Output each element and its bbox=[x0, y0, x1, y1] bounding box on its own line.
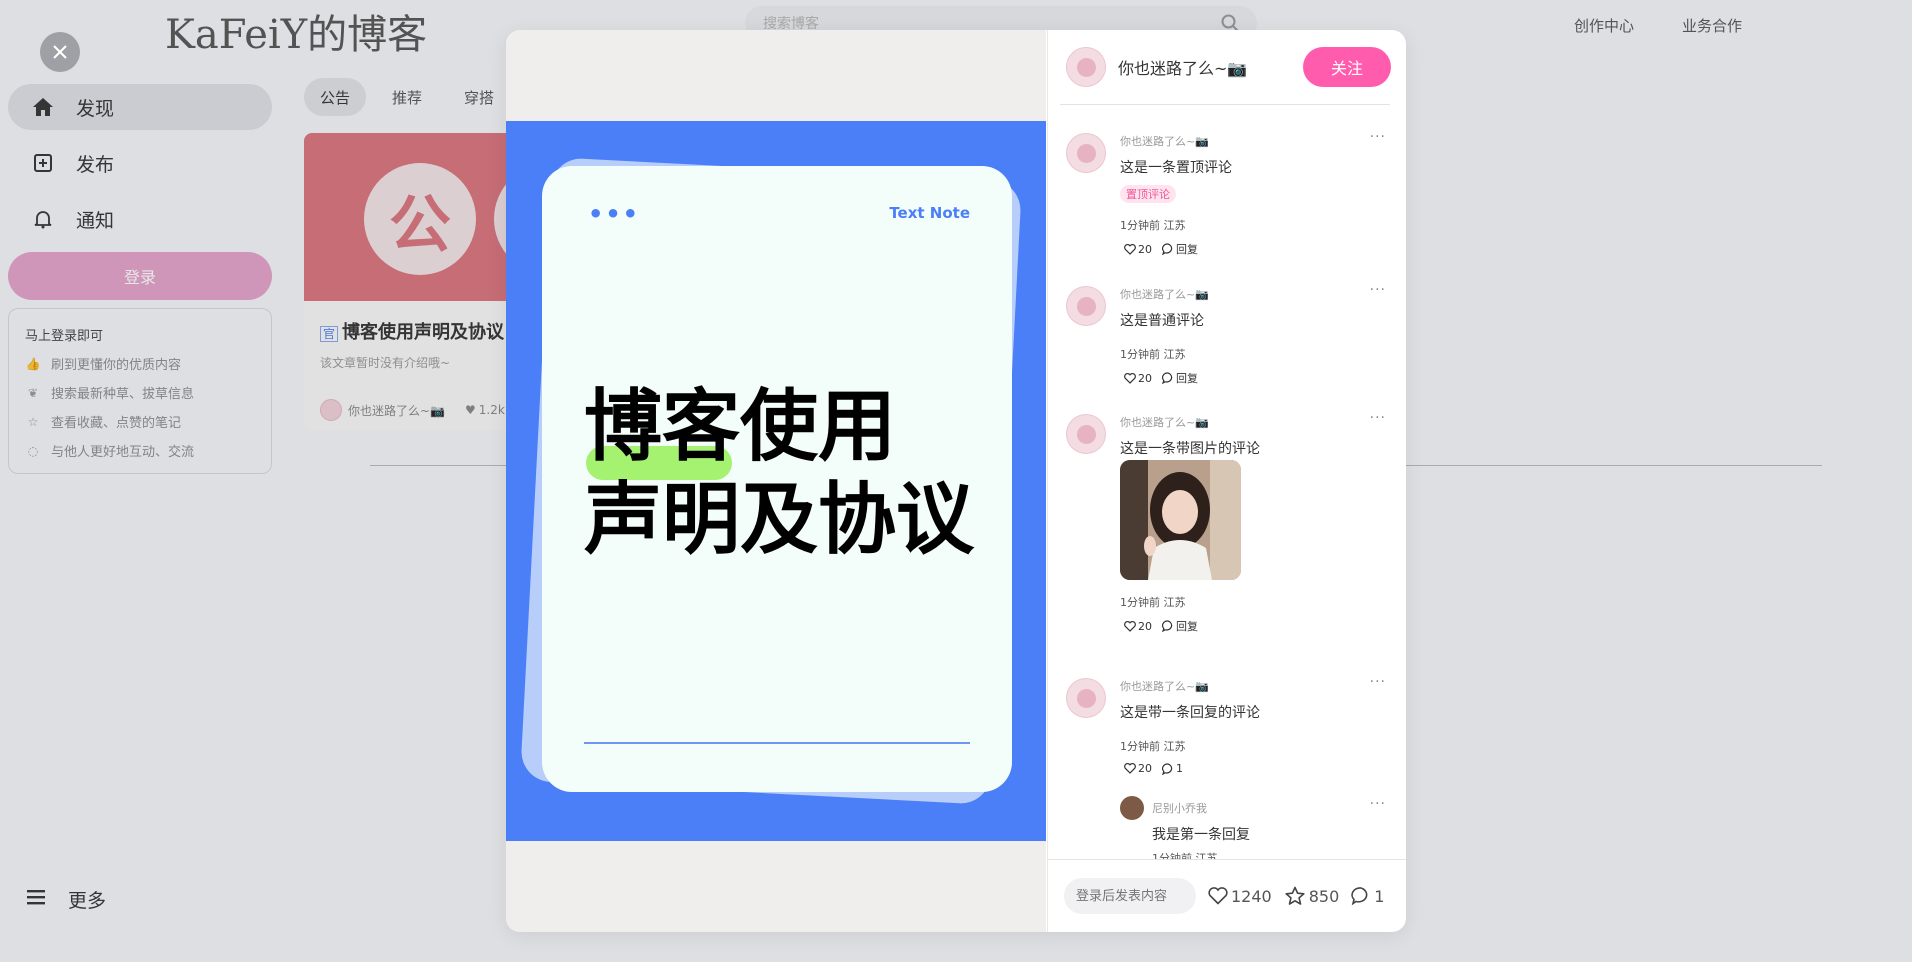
comment-item: 你也迷路了么~📷 ··· 这是一条带图片的评论 1分钟前 江苏 20 回复 bbox=[1066, 410, 1396, 664]
interaction-bar: 1240 850 1 bbox=[1048, 859, 1406, 932]
note-title-line1: 博客使用 bbox=[584, 382, 897, 472]
heart-icon bbox=[1124, 620, 1136, 632]
chat-icon bbox=[1162, 620, 1173, 632]
more-icon[interactable]: ··· bbox=[1370, 674, 1386, 690]
comment-item: 你也迷路了么~📷 ··· 这是带一条回复的评论 1分钟前 江苏 20 1 尼别小… bbox=[1066, 674, 1396, 859]
chat-icon bbox=[1162, 762, 1173, 775]
comment-item: 你也迷路了么~📷 ··· 这是一条置顶评论 置顶评论 1分钟前 江苏 20 回复 bbox=[1066, 129, 1396, 273]
comment-like-button[interactable]: 20 bbox=[1124, 762, 1152, 775]
collect-button[interactable]: 850 bbox=[1284, 886, 1340, 906]
comment-button[interactable]: 1 bbox=[1351, 886, 1384, 906]
dots-icon: ••• bbox=[588, 200, 641, 228]
avatar[interactable] bbox=[1120, 796, 1144, 820]
comment-actions: 20 回复 bbox=[1124, 241, 1198, 257]
like-button[interactable]: 1240 bbox=[1208, 887, 1272, 906]
comment-like-button[interactable]: 20 bbox=[1124, 243, 1152, 256]
comment-author[interactable]: 你也迷路了么~📷 bbox=[1120, 414, 1209, 430]
chat-icon bbox=[1162, 372, 1173, 384]
collect-count: 850 bbox=[1308, 886, 1340, 906]
comment-reply-button[interactable]: 回复 bbox=[1162, 241, 1198, 257]
comment-time: 1分钟前 江苏 bbox=[1120, 348, 1186, 361]
note-media-panel: ••• Text Note 博客使用 声明及协议 bbox=[506, 30, 1046, 932]
reply-item: 尼别小乔我 ··· 我是第一条回复 1分钟前 江苏 bbox=[1120, 796, 1396, 859]
reply-text: 我是第一条回复 bbox=[1152, 827, 1250, 843]
note-info-panel: 你也迷路了么~📷 关注 你也迷路了么~📷 ··· 这是一条置顶评论 置顶评论 1… bbox=[1047, 30, 1406, 932]
comment-text: 这是普通评论 bbox=[1120, 313, 1204, 329]
comment-like-button[interactable]: 20 bbox=[1124, 372, 1152, 385]
comment-item: 你也迷路了么~📷 ··· 这是普通评论 1分钟前 江苏 20 回复 bbox=[1066, 282, 1396, 396]
comment-author[interactable]: 你也迷路了么~📷 bbox=[1120, 678, 1209, 694]
heart-icon bbox=[1124, 372, 1136, 384]
comment-input[interactable] bbox=[1064, 878, 1196, 914]
avatar[interactable] bbox=[1066, 678, 1106, 718]
comment-time: 1分钟前 江苏 bbox=[1120, 740, 1186, 753]
comment-time: 1分钟前 江苏 bbox=[1120, 596, 1186, 609]
comment-text: 这是一条带图片的评论 bbox=[1120, 441, 1260, 457]
close-icon bbox=[53, 45, 67, 59]
note-image[interactable]: ••• Text Note 博客使用 声明及协议 bbox=[506, 121, 1046, 841]
avatar[interactable] bbox=[1066, 133, 1106, 173]
avatar[interactable] bbox=[1066, 47, 1106, 87]
avatar[interactable] bbox=[1066, 414, 1106, 454]
author-bar: 你也迷路了么~📷 关注 bbox=[1048, 30, 1406, 104]
comment-reply-button[interactable]: 回复 bbox=[1162, 618, 1198, 634]
close-button[interactable] bbox=[40, 32, 80, 72]
note-detail-modal: ••• Text Note 博客使用 声明及协议 你也迷路了么~📷 关注 你也迷… bbox=[506, 30, 1406, 932]
more-icon[interactable]: ··· bbox=[1370, 129, 1386, 145]
author-name[interactable]: 你也迷路了么~📷 bbox=[1118, 55, 1247, 79]
comment-actions: 20 回复 bbox=[1124, 618, 1198, 634]
chat-icon bbox=[1162, 243, 1173, 255]
comment-text: 这是带一条回复的评论 bbox=[1120, 705, 1260, 721]
comment-image[interactable] bbox=[1120, 460, 1241, 580]
comment-time: 1分钟前 江苏 bbox=[1120, 219, 1186, 232]
note-paper: ••• Text Note 博客使用 声明及协议 bbox=[542, 166, 1012, 792]
reply-author[interactable]: 尼别小乔我 bbox=[1152, 800, 1207, 816]
more-icon[interactable]: ··· bbox=[1370, 796, 1386, 812]
more-icon[interactable]: ··· bbox=[1370, 410, 1386, 426]
comment-author[interactable]: 你也迷路了么~📷 bbox=[1120, 133, 1209, 149]
star-icon bbox=[1285, 886, 1305, 905]
heart-icon bbox=[1124, 243, 1136, 255]
more-icon[interactable]: ··· bbox=[1370, 282, 1386, 298]
note-rule bbox=[584, 742, 970, 744]
comment-like-button[interactable]: 20 bbox=[1124, 620, 1152, 633]
follow-button[interactable]: 关注 bbox=[1303, 47, 1391, 87]
avatar[interactable] bbox=[1066, 286, 1106, 326]
comment-actions: 20 回复 bbox=[1124, 370, 1198, 386]
heart-icon bbox=[1208, 887, 1228, 905]
pinned-badge: 置顶评论 bbox=[1120, 185, 1176, 203]
chat-icon bbox=[1351, 887, 1368, 906]
comment-reply-button[interactable]: 回复 bbox=[1162, 370, 1198, 386]
comment-list[interactable]: 你也迷路了么~📷 ··· 这是一条置顶评论 置顶评论 1分钟前 江苏 20 回复… bbox=[1048, 105, 1406, 859]
comment-actions: 20 1 bbox=[1124, 762, 1183, 775]
reply-time: 1分钟前 江苏 bbox=[1152, 852, 1218, 859]
note-type-label: Text Note bbox=[889, 204, 970, 222]
like-count: 1240 bbox=[1231, 886, 1272, 906]
note-title-line2: 声明及协议 bbox=[584, 475, 975, 565]
comment-count: 1 bbox=[1374, 886, 1385, 906]
comment-author[interactable]: 你也迷路了么~📷 bbox=[1120, 286, 1209, 302]
comment-reply-count-button[interactable]: 1 bbox=[1162, 762, 1183, 775]
comment-text: 这是一条置顶评论 bbox=[1120, 160, 1232, 176]
heart-icon bbox=[1124, 763, 1136, 774]
